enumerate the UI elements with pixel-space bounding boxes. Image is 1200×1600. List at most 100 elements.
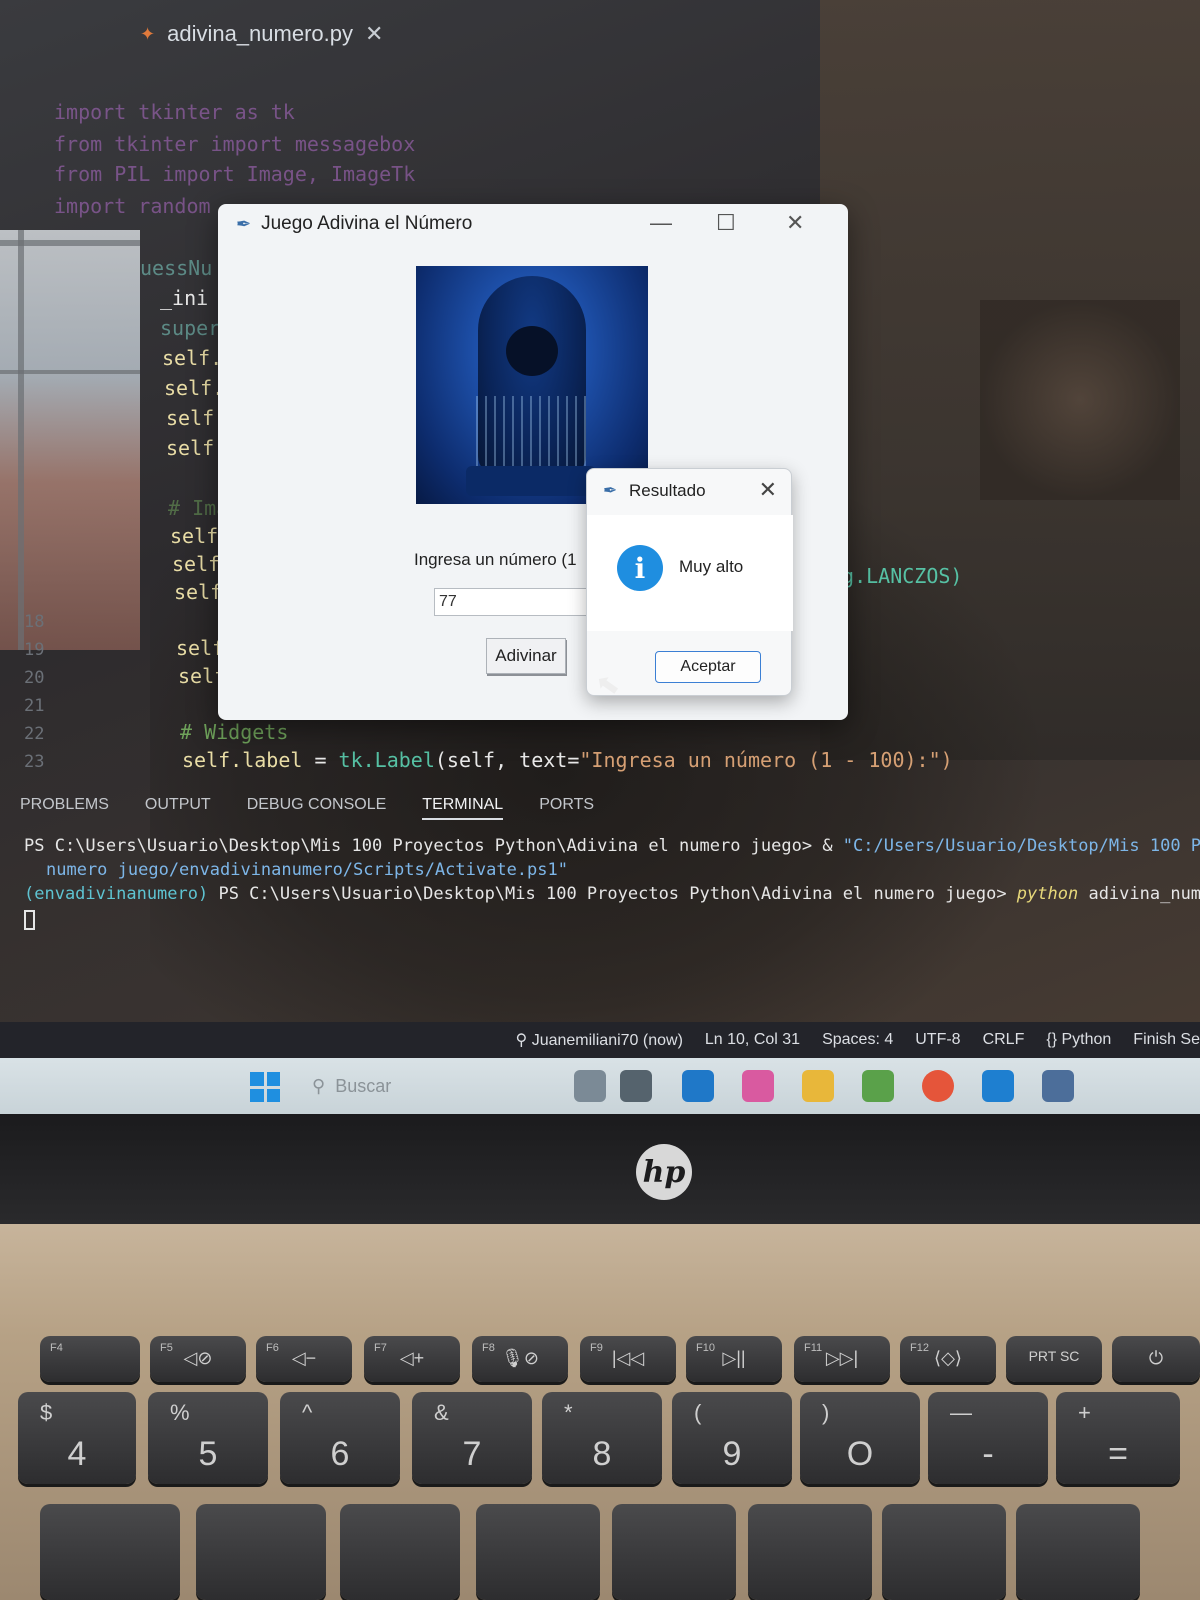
code-line: uessNu [140,256,213,280]
status-eol[interactable]: CRLF [983,1031,1025,1049]
line-number: 18 [24,612,45,632]
key-i [612,1504,736,1600]
keyboard-deck: F4 F5 ◁⊘ F6 ◁− F7 ◁+ F8 🎙⊘ F9 |◁◁ F10 ▷|| F11 ▷… [0,1224,1200,1600]
tab-output[interactable]: OUTPUT [145,796,211,820]
power-icon: ⏻ [1148,1348,1164,1368]
tk-titlebar: ✒ Juego Adivina el Número — ☐ ✕ [218,204,848,244]
guess-button[interactable]: Adivinar [486,638,566,674]
code-line: from PIL import Image, ImageTk [54,162,416,186]
code-line: self.label = tk.Label(self, text="Ingres… [182,748,953,772]
prompt-label: Ingresa un número (1 [414,550,577,569]
window-title: Juego Adivina el Número [261,213,473,234]
maximize-icon[interactable]: ☐ [716,210,736,236]
key-f6: F6 ◁− [256,1336,352,1382]
code-line: from tkinter import messagebox [54,132,416,156]
key-power: ⏻ [1112,1336,1200,1382]
key-prtsc: PRT SC [1006,1336,1102,1382]
minimize-icon[interactable]: — [650,210,672,236]
key-0: ) O [800,1392,920,1484]
airplane-mode-icon: ⟨◇⟩ [934,1348,962,1368]
tab-terminal[interactable]: TERMINAL [422,796,504,820]
key-equals: + = [1056,1392,1180,1484]
taskbar: ⚲ Buscar [0,1058,1200,1114]
key-8: * 8 [542,1392,662,1484]
code-rain [476,396,586,466]
key-f10: F10 ▷|| [686,1336,782,1382]
feather-icon: ✒ [603,481,618,500]
vscode-icon[interactable] [982,1070,1014,1102]
search-icon: ⚲ [312,1075,326,1096]
key-5: % 5 [148,1392,268,1484]
key-r [40,1504,180,1600]
volume-up-icon: ◁+ [399,1348,425,1368]
status-spaces[interactable]: Spaces: 4 [822,1031,893,1049]
windows-start-icon[interactable] [250,1072,280,1102]
ok-button[interactable]: Aceptar [655,651,761,683]
line-number: 23 [24,752,45,772]
mic-mute-icon: 🎙⊘ [501,1348,539,1368]
info-icon: i [617,545,663,591]
tab-debug-console[interactable]: DEBUG CONSOLE [247,796,387,820]
notepad-icon[interactable] [862,1070,894,1102]
line-number: 19 [24,640,45,660]
editor-tab[interactable]: ✦ adivina_numero.py ✕ [140,14,383,54]
close-icon[interactable]: ✕ [786,210,804,236]
play-pause-icon: ▷|| [722,1348,746,1368]
key-f12: F12 ⟨◇⟩ [900,1336,996,1382]
code-line: import random [54,194,211,218]
dialog-title: Resultado [629,481,706,500]
terminal-cursor-line [24,908,1200,932]
mute-icon: ◁⊘ [183,1348,213,1368]
key-u [476,1504,600,1600]
key-f11: F11 ▷▷| [794,1336,890,1382]
key-4: $4 [18,1392,136,1484]
store-icon[interactable] [682,1070,714,1102]
terminal-line: numero juego/envadivinanumero/Scripts/Ac… [46,860,568,880]
terminal-line: (envadivinanumero) PS C:\Users\Usuario\D… [24,884,1200,904]
file-explorer-icon[interactable] [802,1070,834,1102]
key-o [748,1504,872,1600]
keyboard-hands [466,466,596,496]
key-6: ^ 6 [280,1392,400,1484]
widgets-icon[interactable] [574,1070,606,1102]
line-number: 22 [24,724,45,744]
status-encoding[interactable]: UTF-8 [915,1031,960,1049]
key-f9: F9 |◁◁ [580,1336,676,1382]
search-placeholder: Buscar [335,1075,392,1096]
tab-problems[interactable]: PROBLEMS [20,796,109,820]
laptop-bezel [0,1114,1200,1224]
python-app-icon[interactable] [1042,1070,1074,1102]
status-language[interactable]: {} Python [1046,1031,1111,1049]
status-finish-setup[interactable]: Finish Se [1133,1031,1200,1049]
hp-logo: hp [636,1144,692,1200]
taskbar-search[interactable]: ⚲ Buscar [312,1070,512,1102]
close-tab-icon[interactable]: ✕ [365,22,383,47]
code-line: super [160,316,221,340]
key-7: & 7 [412,1392,532,1484]
key-t [196,1504,326,1600]
laptop-screen: ✦ adivina_numero.py ✕ import tkinter as … [0,0,1200,1120]
code-line: self. [164,376,225,400]
status-position[interactable]: Ln 10, Col 31 [705,1031,800,1049]
tab-ports[interactable]: PORTS [539,796,594,820]
code-line: ng.LANCZOS) [830,564,963,588]
previous-track-icon: |◁◁ [611,1348,645,1368]
line-number: 21 [24,696,45,716]
python-file-icon: ✦ [140,23,156,45]
code-line: _ini [160,286,209,310]
code-line: self. [162,346,223,370]
window-bars [0,230,140,650]
key-bracket [1016,1504,1140,1600]
terminal[interactable]: PS C:\Users\Usuario\Desktop\Mis 100 Proy… [24,836,1200,932]
status-bar: ⚲ Juanemiliani70 (now) Ln 10, Col 31 Spa… [0,1022,1200,1058]
chrome-icon[interactable] [922,1070,954,1102]
key-p [882,1504,1006,1600]
key-f4: F4 [40,1336,140,1382]
copilot-icon[interactable] [742,1070,774,1102]
code-line: import tkinter as tk [54,100,295,124]
close-icon[interactable]: ✕ [759,477,777,503]
task-view-icon[interactable] [620,1070,652,1102]
status-account[interactable]: ⚲ Juanemiliani70 (now) [516,1030,683,1050]
result-dialog: ✒ Resultado ✕ i Muy alto Aceptar [586,468,793,696]
key-f8: F8 🎙⊘ [472,1336,568,1382]
